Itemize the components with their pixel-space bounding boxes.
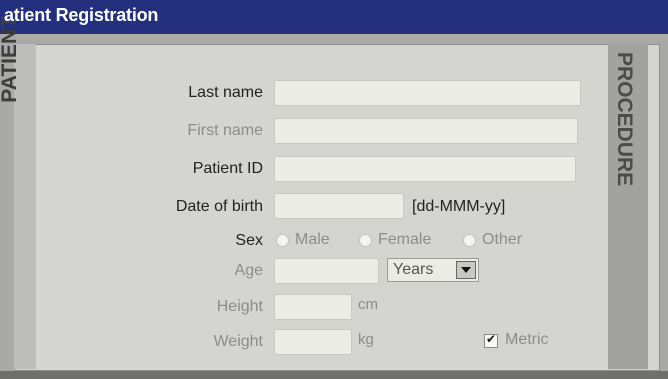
dob-format-hint: [dd-MMM-yy]	[412, 198, 506, 215]
procedure-tab-label: PROCEDURE	[613, 52, 636, 187]
age-unit-value: Years	[393, 261, 434, 278]
metric-label[interactable]: Metric	[505, 331, 549, 349]
sex-other-label[interactable]: Other	[482, 231, 522, 249]
sex-female-radio[interactable]	[359, 234, 372, 247]
chevron-down-icon[interactable]	[456, 261, 476, 279]
last-name-field[interactable]	[274, 80, 581, 106]
height-unit: cm	[358, 296, 378, 313]
window-title: atient Registration	[4, 5, 159, 25]
first-name-field[interactable]	[274, 118, 578, 144]
check-icon: ✔	[486, 332, 497, 346]
first-name-label: First name	[187, 122, 263, 139]
last-name-label: Last name	[188, 84, 263, 101]
dob-field[interactable]	[274, 193, 404, 219]
age-unit-select[interactable]: Years	[387, 258, 479, 282]
weight-label: Weight	[213, 333, 263, 350]
age-field[interactable]	[274, 258, 379, 284]
patient-id-field[interactable]	[274, 156, 576, 182]
metric-checkbox[interactable]: ✔	[484, 332, 498, 348]
sex-female-label[interactable]: Female	[378, 231, 431, 249]
height-field[interactable]	[274, 294, 352, 320]
dob-label: Date of birth	[175, 198, 263, 215]
sex-label: Sex	[235, 232, 263, 249]
patient-id-label: Patient ID	[192, 160, 263, 177]
patient-tab-label: PATIENT	[0, 16, 21, 103]
age-label: Age	[234, 262, 263, 279]
title-bar: atient Registration	[0, 0, 668, 34]
height-label: Height	[216, 298, 263, 315]
sex-other-radio[interactable]	[463, 234, 476, 247]
weight-unit: kg	[358, 331, 374, 348]
bottom-edge	[0, 371, 668, 379]
sex-male-label[interactable]: Male	[295, 231, 330, 249]
weight-field[interactable]	[274, 329, 352, 355]
sex-male-radio[interactable]	[276, 234, 289, 247]
